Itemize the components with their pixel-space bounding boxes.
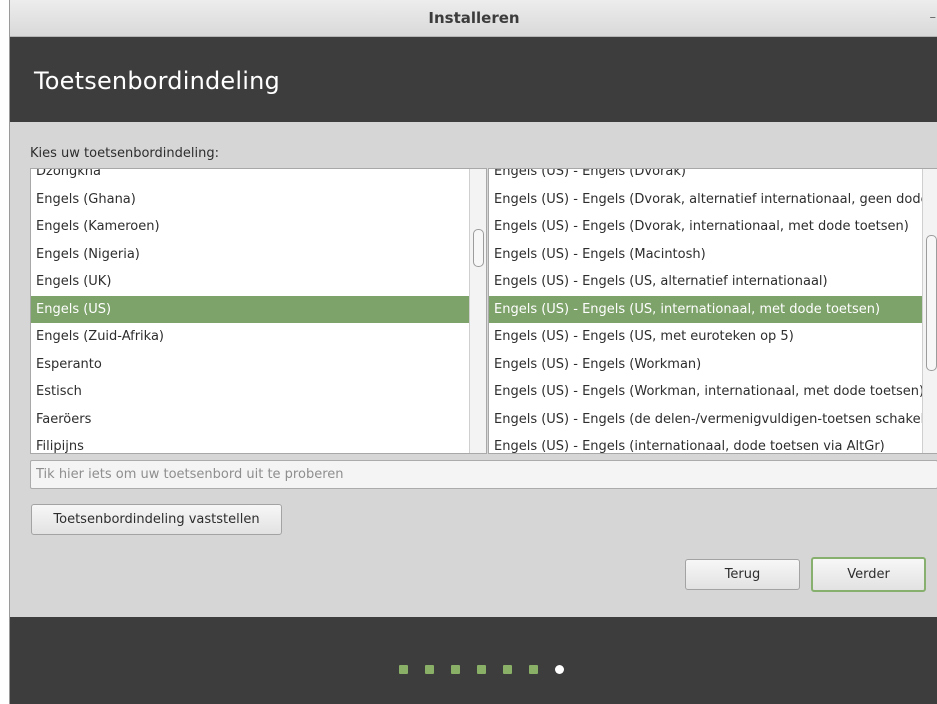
variant-list-scrollbar[interactable]: [922, 169, 937, 453]
variant-list[interactable]: Engels (US) - Engels (Dvorak) Engels (US)…: [488, 168, 937, 454]
layout-list-scroll-thumb[interactable]: [473, 229, 484, 267]
variant-list-scroll-thumb[interactable]: [926, 235, 937, 371]
progress-dot: [477, 665, 486, 674]
progress-dot: [451, 665, 460, 674]
layout-list-item[interactable]: Engels (Zuid-Afrika): [31, 323, 486, 351]
layout-list-item[interactable]: Engels (US): [31, 295, 486, 323]
layout-list-scrollbar[interactable]: [469, 169, 486, 453]
layout-list-item[interactable]: Engels (Kameroen): [31, 213, 486, 241]
keyboard-test-input[interactable]: [30, 460, 937, 489]
layout-list-item[interactable]: Estisch: [31, 378, 486, 406]
progress-dot: [503, 665, 512, 674]
layout-list-item[interactable]: Engels (Nigeria): [31, 241, 486, 269]
detect-layout-button[interactable]: Toetsenbordindeling vaststellen: [31, 504, 282, 535]
progress-footer: [10, 617, 937, 704]
page-title: Toetsenbordindeling: [34, 67, 280, 95]
progress-dot: [529, 665, 538, 674]
progress-dot: [425, 665, 434, 674]
progress-dot-current: [555, 665, 564, 674]
variant-list-item[interactable]: Engels (US) - Engels (Workman): [489, 351, 937, 379]
minimize-icon[interactable]: –: [930, 10, 937, 25]
layout-list-rows: Dzongkha Engels (Ghana) Engels (Kameroen) E…: [31, 169, 486, 453]
variant-list-item[interactable]: Engels (US) - Engels (US, alternatief in…: [489, 268, 937, 296]
layout-list-item[interactable]: Engels (Ghana): [31, 186, 486, 214]
layout-list-item[interactable]: Dzongkha: [31, 169, 486, 186]
layout-list-item[interactable]: Engels (UK): [31, 268, 486, 296]
layout-prompt-label: Kies uw toetsenbordindeling:: [30, 146, 219, 161]
variant-list-item[interactable]: Engels (US) - Engels (Dvorak, alternatie…: [489, 186, 937, 214]
variant-list-item[interactable]: Engels (US) - Engels (Macintosh): [489, 241, 937, 269]
variant-list-item[interactable]: Engels (US) - Engels (Dvorak, internatio…: [489, 213, 937, 241]
progress-dot: [399, 665, 408, 674]
variant-list-item[interactable]: Engels (US) - Engels (Dvorak): [489, 169, 937, 186]
layout-list[interactable]: Dzongkha Engels (Ghana) Engels (Kameroen) E…: [30, 168, 487, 454]
variant-list-item[interactable]: Engels (US) - Engels (de delen-/vermenig…: [489, 406, 937, 434]
layout-list-item[interactable]: Faeröers: [31, 406, 486, 434]
layout-list-item[interactable]: Esperanto: [31, 351, 486, 379]
title-bar[interactable]: Installeren –: [10, 0, 937, 37]
page-header: Toetsenbordindeling: [10, 37, 937, 122]
forward-button[interactable]: Verder: [811, 557, 926, 592]
variant-list-item[interactable]: Engels (US) - Engels (Workman, internati…: [489, 378, 937, 406]
back-button[interactable]: Terug: [685, 559, 800, 590]
variant-list-item[interactable]: Engels (US) - Engels (US, internationaal…: [489, 295, 937, 323]
variant-list-item[interactable]: Engels (US) - Engels (US, met euroteken …: [489, 323, 937, 351]
variant-list-item[interactable]: Engels (US) - Engels (internationaal, do…: [489, 433, 937, 453]
window-title: Installeren: [428, 9, 520, 27]
layout-list-item[interactable]: Filipijns: [31, 433, 486, 453]
installer-window: Installeren – Toetsenbordindeling Kies u…: [9, 0, 937, 704]
variant-list-rows: Engels (US) - Engels (Dvorak) Engels (US)…: [489, 169, 937, 453]
